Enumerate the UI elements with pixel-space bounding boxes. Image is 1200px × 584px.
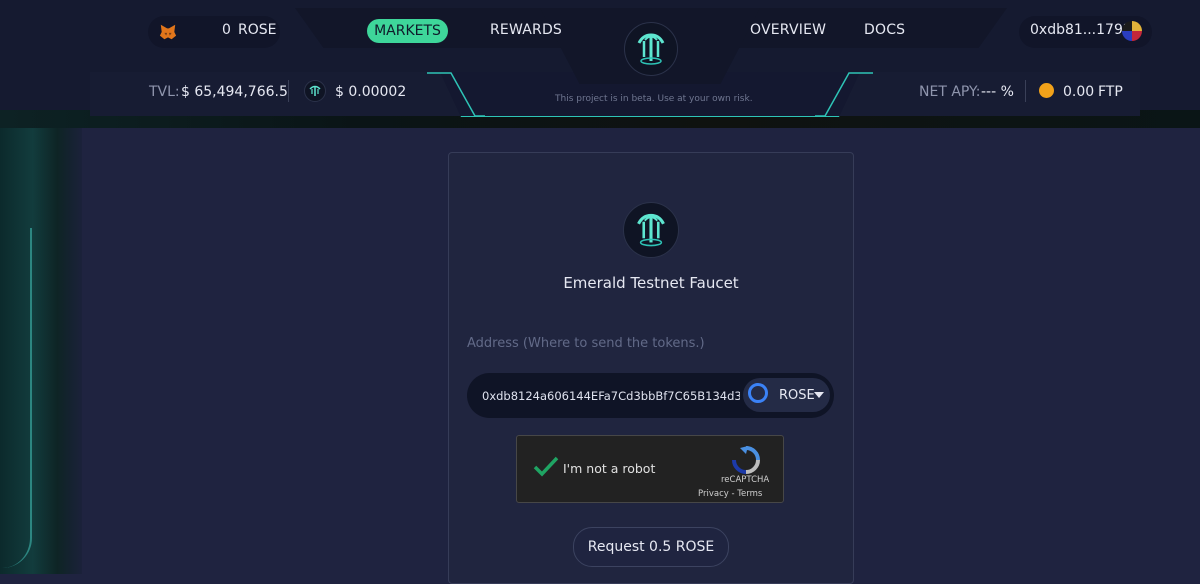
divider [1025,80,1026,102]
account-address: 0xdb81...1792 [1030,22,1132,38]
divider [288,80,289,102]
metamask-fox-icon [159,24,177,40]
token-price: $ 0.00002 [335,84,407,100]
ftp-amount: 0.00 [1063,84,1095,100]
oasis-token-icon [748,383,768,403]
address-input[interactable] [482,389,740,403]
ftp-coin-icon [1039,83,1054,98]
tvl-value: $ 65,494,766.5 [181,84,288,100]
teal-accent-right [815,72,873,117]
nav-rewards[interactable]: REWARDS [490,22,562,38]
wallet-balance-amount: 0 [222,22,231,38]
request-button[interactable]: Request 0.5 ROSE [573,527,729,567]
teal-accent-left [427,72,485,117]
ftp-symbol: FTP [1098,84,1123,100]
account-avatar [1122,21,1142,41]
recaptcha-logo-icon [732,446,760,474]
recaptcha-brand: reCAPTCHA [721,475,770,485]
nav-overview[interactable]: OVERVIEW [750,22,826,38]
faucet-logo-icon [623,202,679,258]
tvl-label: TVL: [149,84,180,100]
fountain-token-icon [304,80,326,102]
nav-markets[interactable]: MARKETS [367,19,448,43]
token-select-label: ROSE [779,388,815,403]
address-label: Address (Where to send the tokens.) [467,336,705,351]
nav-docs[interactable]: DOCS [864,22,905,38]
wallet-balance-symbol: ROSE [238,22,277,38]
faucet-title: Emerald Testnet Faucet [563,274,739,292]
checkmark-icon[interactable] [533,455,559,479]
net-apy-label: NET APY: [919,84,981,100]
captcha-label: I'm not a robot [563,461,656,476]
chevron-down-icon [814,392,824,398]
fountain-logo-icon[interactable] [624,22,678,76]
background-art [0,128,82,574]
net-apy-value: --- % [981,84,1014,100]
beta-notice: This project is in beta. Use at your own… [555,94,753,104]
recaptcha-links[interactable]: Privacy - Terms [698,489,762,499]
